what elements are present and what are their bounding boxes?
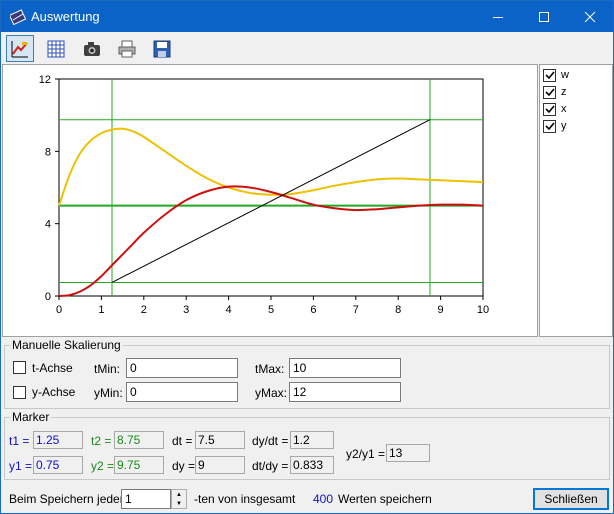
legend-checkbox-w[interactable] (543, 68, 556, 82)
checkmark-icon (544, 88, 555, 97)
x-tick-label: 1 (98, 304, 104, 316)
dt-label: dt = (172, 434, 193, 448)
x-tick-label: 10 (477, 304, 489, 316)
printer-icon (118, 40, 136, 57)
dtdy-label: dt/dy = (252, 459, 289, 473)
y-tick-label: 4 (45, 219, 51, 231)
y-axis-checkbox[interactable] (13, 386, 26, 399)
toolbar (1, 32, 613, 66)
edit-chart-icon (11, 40, 28, 57)
legend-checkbox-x[interactable] (543, 102, 556, 116)
y-tick-label: 0 (45, 291, 51, 303)
dydt-value: 1.2 (290, 431, 334, 449)
y2-value: 9.75 (114, 456, 164, 474)
dy-value: 9 (195, 456, 245, 474)
x-tick-label: 4 (226, 304, 232, 316)
minimize-button[interactable] (475, 1, 521, 32)
ymax-label: yMax: (255, 386, 288, 400)
t2-value: 8.75 (114, 431, 164, 449)
line-chart: 0 1 2 3 4 5 6 7 8 9 1004812 (39, 74, 489, 316)
legend-label: w (561, 69, 569, 81)
tmax-label: tMax: (255, 362, 285, 376)
edit-chart-button[interactable] (6, 35, 34, 62)
ymax-input[interactable]: 12 (289, 382, 401, 402)
x-tick-label: 6 (310, 304, 316, 316)
save-icon (153, 40, 171, 57)
x-tick-label: 2 (141, 304, 147, 316)
values-save-label: Werten speichern (338, 492, 432, 506)
plot-frame (58, 78, 484, 297)
ymin-input[interactable]: 0 (126, 382, 238, 402)
y2-label: y2 = (91, 459, 115, 473)
dtdy-value: 0.833 (290, 456, 334, 474)
ratio-value: 13 (386, 444, 430, 462)
camera-icon (84, 41, 100, 56)
close-window-button[interactable] (567, 1, 613, 32)
dt-value: 7.5 (195, 431, 245, 449)
dy-label: dy = (172, 459, 196, 473)
x-tick-label: 3 (183, 304, 189, 316)
t-axis-checkbox[interactable] (13, 361, 26, 374)
dydt-label: dy/dt = (252, 434, 289, 448)
checkmark-icon (544, 71, 555, 80)
t2-label: t2 = (91, 434, 112, 448)
sample-step-spinner[interactable]: 1 ▲ ▼ (121, 489, 187, 509)
camera-button[interactable] (78, 35, 106, 62)
tmin-label: tMin: (94, 362, 121, 376)
legend-panel: w z x y (539, 64, 613, 337)
legend-item-y[interactable]: y (543, 119, 567, 133)
close-icon (584, 11, 596, 22)
grid-icon (47, 40, 65, 57)
x-tick-label: 7 (353, 304, 359, 316)
legend-label: y (561, 120, 567, 132)
checkmark-icon (544, 122, 555, 131)
of-total-label: -ten von insgesamt (194, 492, 296, 506)
manual-scaling-title: Manuelle Skalierung (10, 338, 123, 352)
title-bar[interactable]: Auswertung (1, 1, 613, 32)
legend-item-x[interactable]: x (543, 102, 567, 116)
save-every-label: Beim Speichern jeden (9, 492, 127, 506)
sample-step-input[interactable]: 1 (121, 489, 171, 509)
ymin-label: yMin: (94, 386, 123, 400)
app-icon (10, 9, 26, 25)
legend-checkbox-z[interactable] (543, 85, 556, 99)
x-tick-label: 0 (56, 304, 62, 316)
y1-label: y1 = (9, 459, 33, 473)
x-tick-label: 5 (268, 304, 274, 316)
spin-up-icon[interactable]: ▲ (172, 490, 186, 499)
t1-label: t1 = (9, 434, 30, 448)
legend-label: x (561, 103, 567, 115)
legend-checkbox-y[interactable] (543, 119, 556, 133)
grid-button[interactable] (42, 35, 70, 62)
total-count: 400 (313, 492, 334, 506)
y-tick-label: 8 (45, 146, 51, 158)
legend-item-z[interactable]: z (543, 85, 567, 99)
minimize-icon (493, 16, 503, 18)
spinner-arrows[interactable]: ▲ ▼ (171, 489, 187, 509)
ratio-label: y2/y1 = (346, 447, 386, 461)
marker-title: Marker (10, 410, 52, 424)
y-tick-label: 12 (39, 74, 51, 86)
tmin-input[interactable]: 0 (126, 358, 238, 378)
maximize-button[interactable] (521, 1, 567, 32)
x-tick-label: 9 (438, 304, 444, 316)
tmax-input[interactable]: 10 (289, 358, 401, 378)
t1-value: 1.25 (33, 431, 83, 449)
close-button[interactable]: Schließen (533, 488, 609, 510)
maximize-icon (539, 11, 549, 22)
checkmark-icon (544, 105, 555, 114)
y-axis-label: y-Achse (32, 385, 76, 399)
chart-area[interactable]: 0 1 2 3 4 5 6 7 8 9 10 0 4 8 12 (2, 64, 538, 337)
y1-value: 0.75 (33, 456, 83, 474)
legend-label: z (561, 86, 567, 98)
save-button[interactable] (148, 35, 176, 62)
window-title: Auswertung (31, 9, 100, 24)
spin-down-icon[interactable]: ▼ (172, 499, 186, 508)
window: Auswertung 0 1 2 3 4 5 6 7 8 9 10 0 4 8 … (0, 0, 614, 514)
print-button[interactable] (113, 35, 141, 62)
t-axis-label: t-Achse (32, 361, 73, 375)
legend-item-w[interactable]: w (543, 68, 569, 82)
x-tick-label: 8 (395, 304, 401, 316)
